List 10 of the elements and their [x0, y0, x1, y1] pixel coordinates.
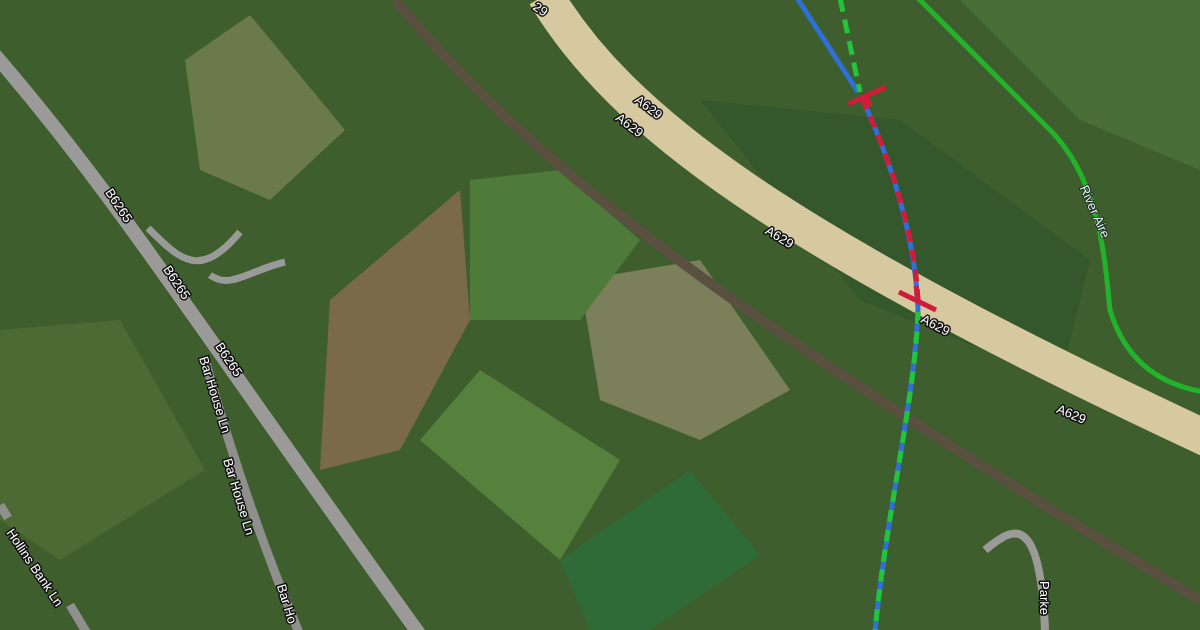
road-label: Bar House Ln: [220, 456, 258, 537]
river-label: River Aire: [1076, 182, 1114, 241]
road-label: Parke: [1036, 581, 1052, 615]
road-label: A629: [1054, 401, 1089, 427]
road-label: A629: [762, 222, 797, 252]
barrier-mark: [896, 283, 939, 313]
road-label: 29: [530, 0, 551, 20]
road-label: Bar Ho: [273, 582, 301, 626]
road-label: A629: [918, 311, 953, 339]
barrier-mark: [845, 84, 889, 109]
